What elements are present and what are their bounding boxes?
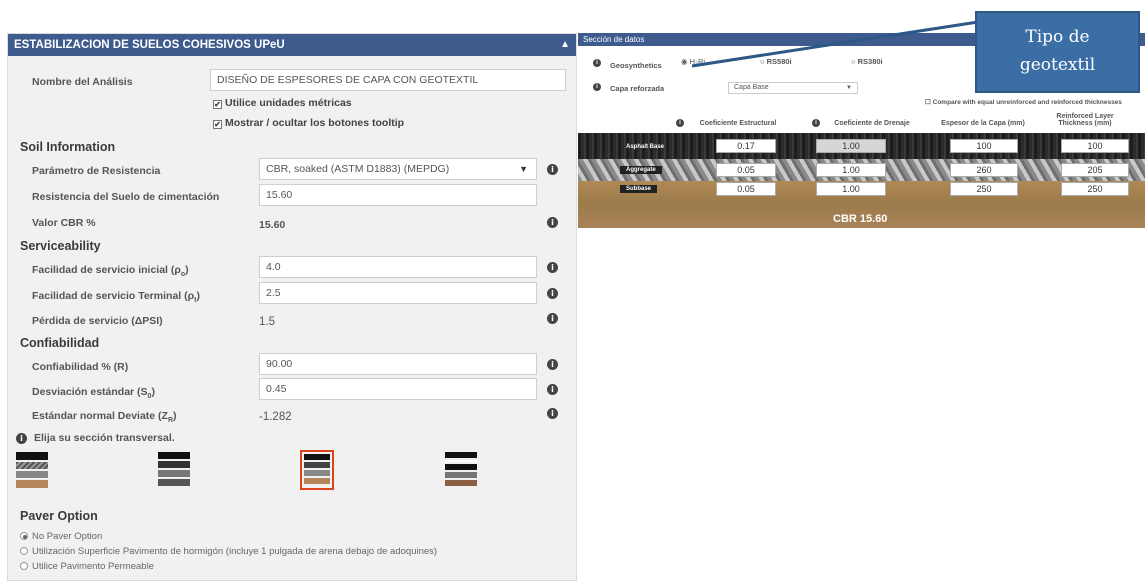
callout-pointer xyxy=(691,20,979,68)
callout-line-2: geotextil xyxy=(1019,55,1096,75)
geotextile-callout: Tipo de geotextil xyxy=(975,11,1140,93)
callout-line-1: Tipo de xyxy=(1025,27,1090,47)
